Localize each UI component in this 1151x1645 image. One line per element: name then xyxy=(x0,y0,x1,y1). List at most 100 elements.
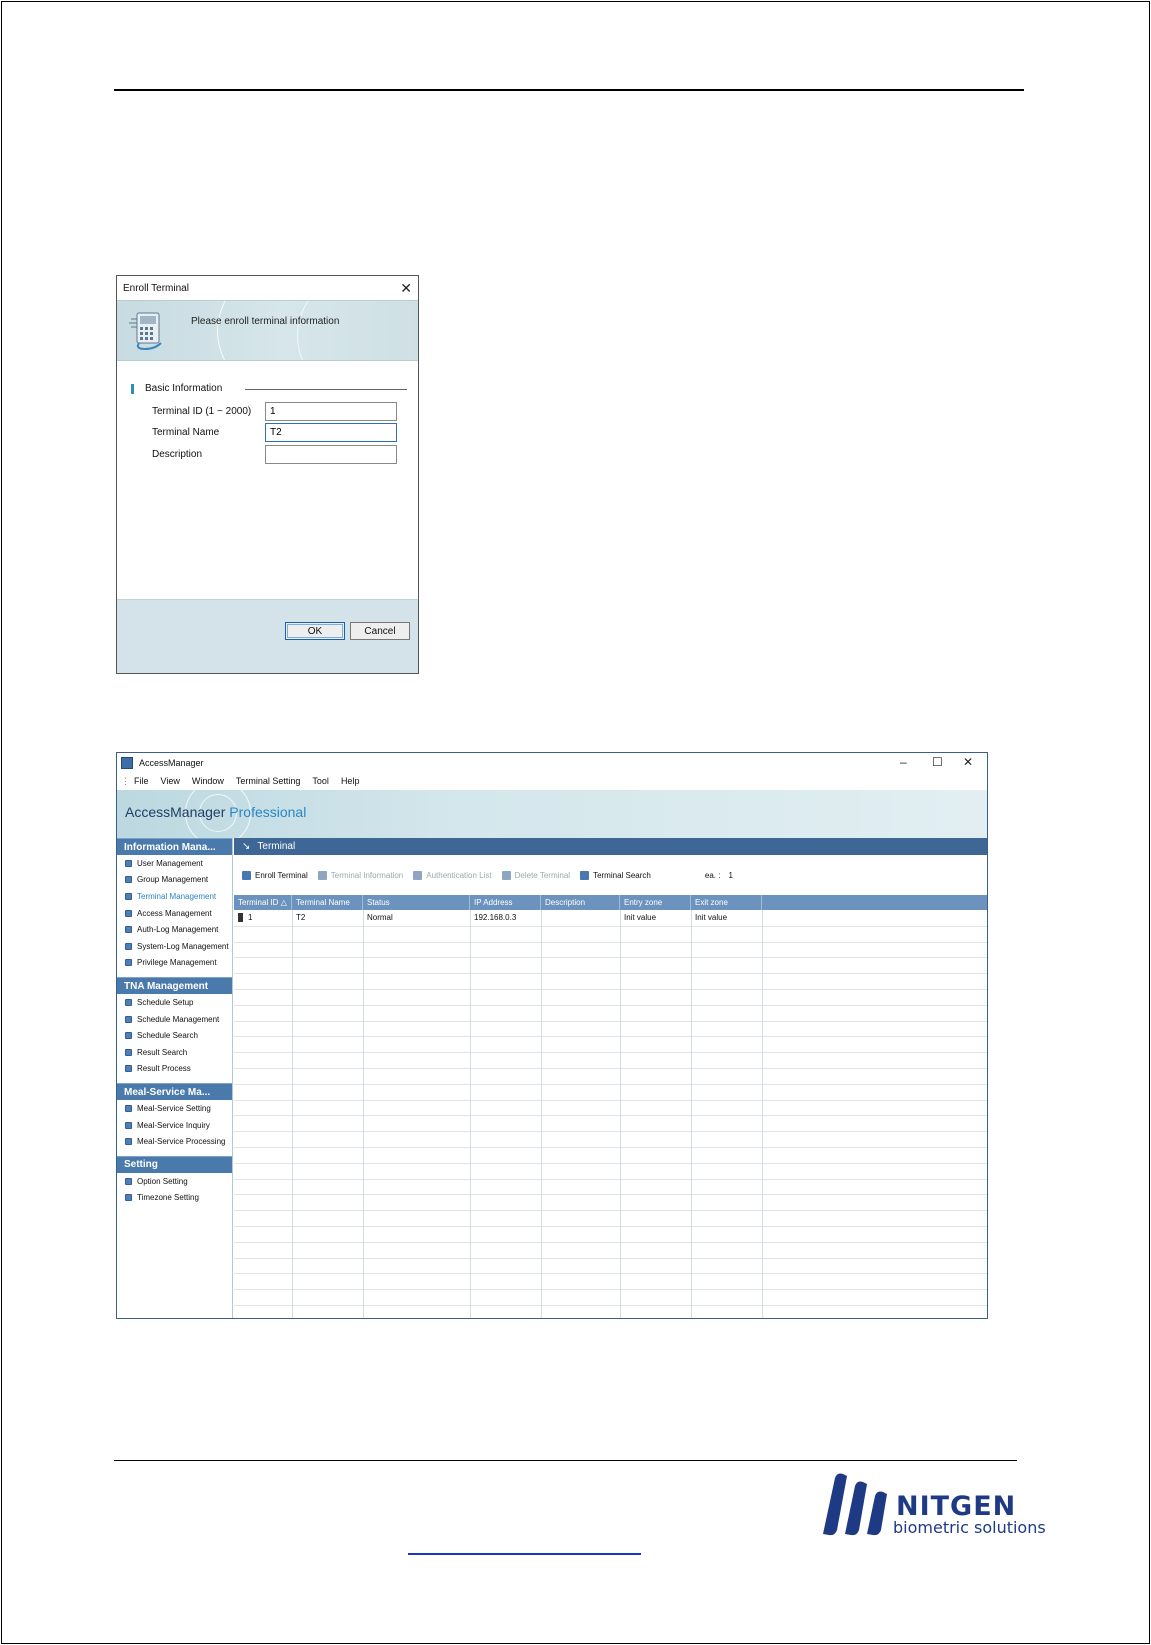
sidebar-heading-information[interactable]: Information Mana... xyxy=(117,838,232,855)
brand-main: AccessManager xyxy=(125,804,226,820)
cancel-button[interactable]: Cancel xyxy=(350,622,410,640)
content-panel: ↘ Terminal Enroll Terminal Terminal Info… xyxy=(234,838,987,1318)
row-selector-icon xyxy=(238,912,243,922)
sidebar-item-privilege-management[interactable]: Privilege Management xyxy=(117,955,232,972)
sidebar-item-label: Schedule Management xyxy=(137,1014,220,1024)
toolbar-label: Terminal Information xyxy=(330,870,404,880)
sidebar-item-result-process[interactable]: Result Process xyxy=(117,1061,232,1078)
terminal-table: Terminal ID △ Terminal Name Status IP Ad… xyxy=(234,895,987,1318)
table-cell[interactable]: 1 xyxy=(234,911,292,923)
sidebar-item-label: Access Management xyxy=(137,908,212,918)
column-header-status[interactable]: Status xyxy=(363,895,470,910)
logo-tagline: biometric solutions xyxy=(893,1518,1046,1537)
table-row-line xyxy=(234,1210,987,1212)
table-column-line xyxy=(541,910,542,1318)
table-row-line xyxy=(234,989,987,990)
menu-tool[interactable]: Tool xyxy=(312,776,329,786)
sidebar-item-schedule-management[interactable]: Schedule Management xyxy=(117,1011,232,1028)
description-input[interactable] xyxy=(265,445,397,464)
section-rule xyxy=(245,389,407,390)
header-rule xyxy=(114,89,1024,91)
table-cell[interactable] xyxy=(541,911,620,923)
sidebar-item-meal-service-processing[interactable]: Meal-Service Processing xyxy=(117,1133,232,1150)
table-row-line xyxy=(234,1273,987,1275)
table-row-line xyxy=(234,1194,987,1196)
sidebar-item-meal-service-setting[interactable]: Meal-Service Setting xyxy=(117,1100,232,1117)
sidebar-heading-tna[interactable]: TNA Management xyxy=(117,977,232,995)
bullet-icon xyxy=(125,959,132,967)
sidebar-item-label: Terminal Management xyxy=(137,891,217,901)
sidebar-item-schedule-search[interactable]: Schedule Search xyxy=(117,1027,232,1044)
table-cell[interactable]: T2 xyxy=(292,911,363,923)
enroll-terminal-button[interactable]: Enroll Terminal xyxy=(242,870,308,880)
delete-terminal-button[interactable]: Delete Terminal xyxy=(501,870,570,880)
table-row-line xyxy=(234,1147,987,1148)
arrow-icon: ↘ xyxy=(242,841,251,852)
sidebar-item-access-management[interactable]: Access Management xyxy=(117,905,232,922)
bullet-icon xyxy=(125,1032,132,1040)
table-cell[interactable]: Normal xyxy=(363,911,470,923)
sidebar-item-system-log-management[interactable]: System-Log Management xyxy=(117,938,232,955)
section-title-text: Basic Information xyxy=(145,383,223,394)
bullet-icon xyxy=(125,942,132,950)
close-icon[interactable]: ✕ xyxy=(400,280,412,297)
sidebar-item-option-setting[interactable]: Option Setting xyxy=(117,1173,232,1190)
minimize-icon[interactable]: – xyxy=(900,755,907,769)
enroll-terminal-dialog: Enroll Terminal ✕ Please enroll terminal… xyxy=(116,275,419,674)
terminal-name-input[interactable] xyxy=(265,423,397,442)
table-row-line xyxy=(234,1162,987,1164)
sidebar-item-label: Auth-Log Management xyxy=(137,925,219,935)
table-row-line xyxy=(234,1083,987,1085)
menu-view[interactable]: View xyxy=(161,776,180,786)
menu-terminal-setting[interactable]: Terminal Setting xyxy=(236,776,301,786)
delete-terminal-icon xyxy=(501,870,511,880)
table-column-line xyxy=(363,910,364,1318)
sidebar-heading-setting[interactable]: Setting xyxy=(117,1155,232,1173)
sidebar-item-label: Group Management xyxy=(137,875,209,885)
sidebar-item-meal-service-inquiry[interactable]: Meal-Service Inquiry xyxy=(117,1117,232,1134)
sidebar-item-user-management[interactable]: User Management xyxy=(117,855,232,872)
terminal-id-input[interactable] xyxy=(265,402,397,421)
sidebar-item-schedule-setup[interactable]: Schedule Setup xyxy=(117,994,232,1011)
column-header-description[interactable]: Description xyxy=(541,895,620,910)
sidebar-item-group-management[interactable]: Group Management xyxy=(117,872,232,889)
sidebar-item-auth-log-management[interactable]: Auth-Log Management xyxy=(117,921,232,938)
ok-button[interactable]: OK xyxy=(285,622,345,640)
table-column-line xyxy=(762,910,763,1318)
toolbar-label: Authentication List xyxy=(426,870,492,880)
sidebar-item-label: Result Process xyxy=(137,1064,191,1074)
column-header-terminal-name[interactable]: Terminal Name xyxy=(292,895,363,910)
menu-file[interactable]: File xyxy=(134,776,149,786)
terminal-information-button[interactable]: Terminal Information xyxy=(317,870,404,880)
terminal-search-button[interactable]: Terminal Search xyxy=(580,870,651,880)
table-column-line xyxy=(620,910,621,1318)
bullet-icon xyxy=(125,892,132,900)
footer-link-underline[interactable] xyxy=(408,1553,641,1555)
dialog-banner: Please enroll terminal information xyxy=(117,300,418,361)
sidebar-item-label: Meal-Service Setting xyxy=(137,1103,211,1113)
maximize-icon[interactable]: ☐ xyxy=(932,755,943,769)
brand-pro: Professional xyxy=(229,804,307,820)
column-header-terminal-id[interactable]: Terminal ID △ xyxy=(234,895,292,910)
menu-help[interactable]: Help xyxy=(341,776,360,786)
table-row-line xyxy=(234,1099,987,1101)
column-header-entry-zone[interactable]: Entry zone xyxy=(620,895,691,910)
table-cell[interactable]: Init value xyxy=(620,911,691,923)
sidebar-item-terminal-management[interactable]: Terminal Management xyxy=(117,888,232,905)
bullet-icon xyxy=(125,1048,132,1056)
table-row-line xyxy=(234,1068,987,1069)
sidebar-item-timezone-setting[interactable]: Timezone Setting xyxy=(117,1190,232,1207)
sidebar-item-result-search[interactable]: Result Search xyxy=(117,1044,232,1061)
bullet-icon xyxy=(125,1177,132,1185)
column-header-ip-address[interactable]: IP Address xyxy=(470,895,541,910)
table-row-line xyxy=(234,1305,987,1306)
close-window-icon[interactable]: ✕ xyxy=(963,755,973,769)
brand-banner: AccessManager Professional xyxy=(117,790,987,838)
menu-window[interactable]: Window xyxy=(192,776,224,786)
authentication-list-button[interactable]: Authentication List xyxy=(413,870,492,880)
table-cell[interactable]: Init value xyxy=(691,911,762,923)
table-cell[interactable]: 192.168.0.3 xyxy=(470,911,541,923)
sidebar-heading-meal-service[interactable]: Meal-Service Ma... xyxy=(117,1083,232,1101)
column-header-exit-zone[interactable]: Exit zone xyxy=(691,895,762,910)
bullet-icon xyxy=(125,859,132,867)
